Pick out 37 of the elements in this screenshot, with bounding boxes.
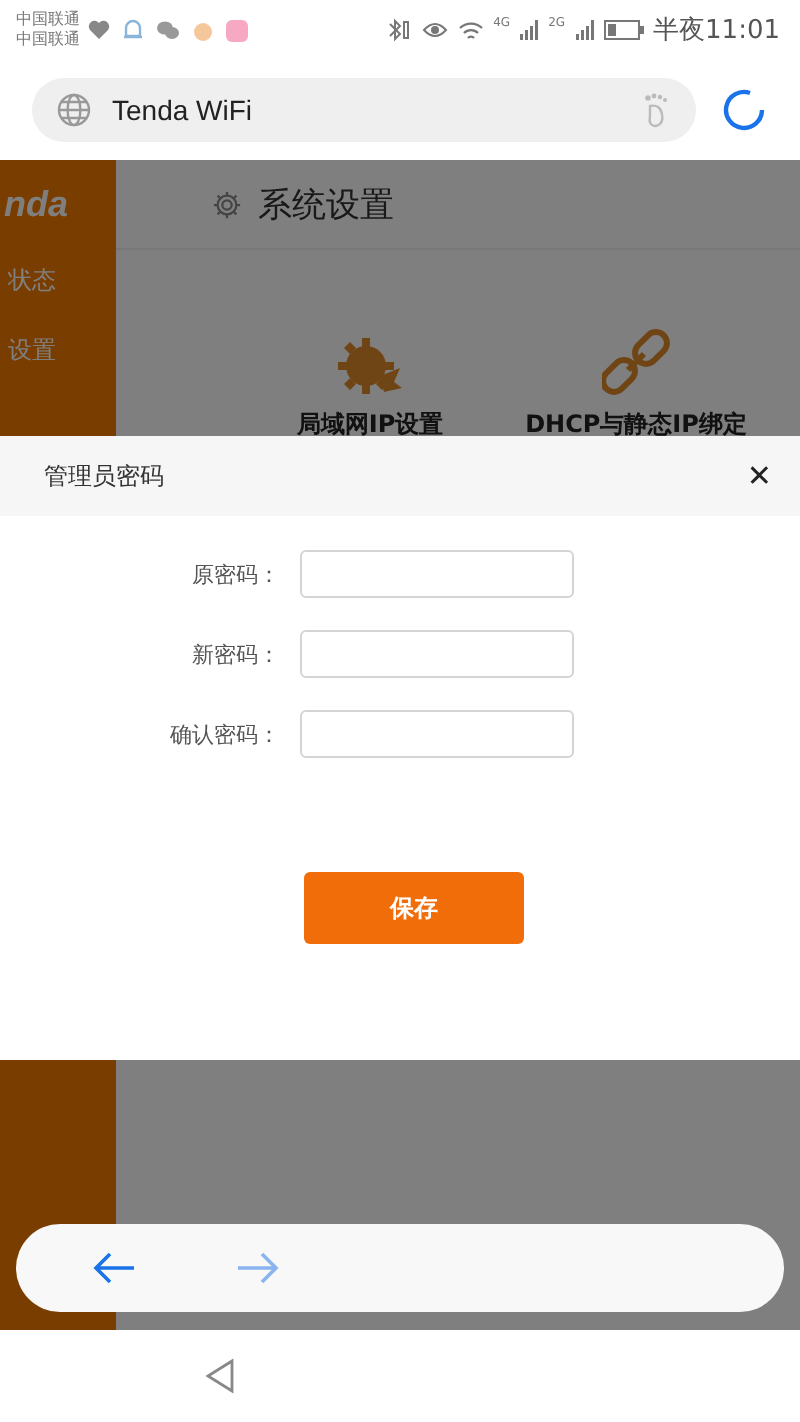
- dialog-title: 管理员密码: [44, 459, 166, 493]
- clock-time: 半夜11:01: [653, 14, 780, 48]
- signal-icon: [520, 20, 539, 40]
- logo: nda: [4, 184, 69, 228]
- password-field[interactable]: [300, 710, 574, 758]
- wifi-icon: [457, 19, 484, 41]
- save-button[interactable]: 保存: [304, 872, 524, 944]
- address-field[interactable]: Tenda WiFi: [32, 78, 696, 142]
- chat-icon: [156, 20, 180, 40]
- card-label[interactable]: 局域网IP设置: [296, 408, 444, 442]
- heart-icon: [88, 20, 110, 40]
- field-label: 确认密码：: [168, 719, 280, 749]
- link-icon: [602, 328, 670, 396]
- app-icon: [226, 19, 248, 41]
- card-label[interactable]: DHCP与静态IP绑定: [525, 408, 747, 442]
- globe-icon: [56, 92, 92, 128]
- signal-icon: [575, 20, 594, 40]
- password-field[interactable]: [300, 630, 574, 678]
- back-arrow-icon[interactable]: [92, 1250, 136, 1286]
- close-button[interactable]: ✕: [746, 458, 772, 494]
- gear-icon: [212, 189, 242, 219]
- battery-icon: [603, 20, 644, 40]
- refresh-icon[interactable]: [720, 86, 768, 134]
- back-icon[interactable]: [204, 1358, 236, 1394]
- bell-icon: [122, 18, 144, 42]
- eye-icon: [421, 20, 448, 40]
- carrier-name: 中国联通: [16, 30, 80, 50]
- carrier-name: 中国联通: [16, 10, 80, 30]
- page-title: 系统设置: [258, 183, 394, 227]
- gear-icon: [336, 336, 404, 396]
- password-field[interactable]: [300, 550, 574, 598]
- field-label: 原密码：: [190, 559, 280, 589]
- app-icon: [192, 19, 214, 41]
- bluetooth-icon: [387, 18, 412, 42]
- footprint-icon[interactable]: [640, 92, 672, 128]
- forward-arrow-icon[interactable]: [236, 1250, 280, 1286]
- field-label: 新密码：: [190, 639, 280, 669]
